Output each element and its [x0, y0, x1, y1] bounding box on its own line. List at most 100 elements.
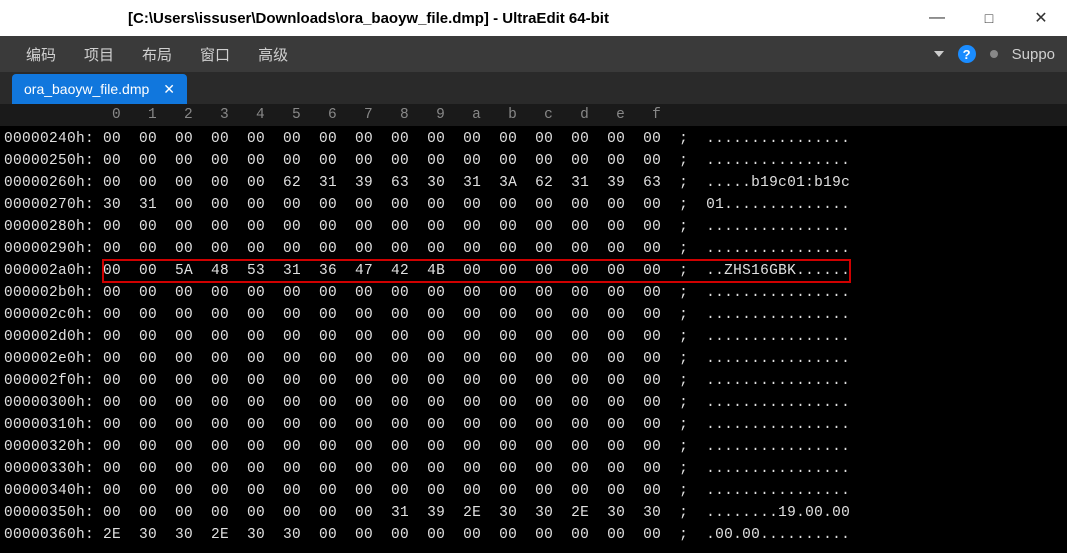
window-title: [C:\Users\issuser\Downloads\ora_baoyw_fi… — [128, 10, 927, 27]
hex-separator: ; — [661, 307, 706, 323]
minimize-button[interactable]: — — [927, 8, 947, 28]
hex-separator: ; — [661, 153, 706, 169]
hex-ascii: ................ — [706, 439, 850, 455]
hex-bytes: 00 00 00 00 00 00 00 00 00 00 00 00 00 0… — [103, 307, 661, 323]
hex-ascii: .....b19c01:b19c — [706, 175, 850, 191]
hex-bytes: 2E 30 30 2E 30 30 00 00 00 00 00 00 00 0… — [103, 527, 661, 543]
hex-separator: ; — [661, 219, 706, 235]
hex-ascii: ................ — [706, 307, 850, 323]
hex-row[interactable]: 00000320h: 00 00 00 00 00 00 00 00 00 00… — [4, 436, 1063, 458]
hex-ruler: 0 1 2 3 4 5 6 7 8 9 a b c d e f — [0, 104, 1067, 126]
menu-advanced[interactable]: 高级 — [244, 36, 302, 72]
hex-ascii: .00.00.......... — [706, 527, 850, 543]
hex-row[interactable]: 00000270h: 30 31 00 00 00 00 00 00 00 00… — [4, 194, 1063, 216]
hex-address: 00000310h: — [4, 417, 103, 433]
hex-address: 00000350h: — [4, 505, 103, 521]
hex-address: 00000300h: — [4, 395, 103, 411]
hex-bytes: 00 00 00 00 00 00 00 00 00 00 00 00 00 0… — [103, 241, 661, 257]
hex-ascii: ................ — [706, 483, 850, 499]
tab-label: ora_baoyw_file.dmp — [24, 81, 149, 97]
hex-address: 00000290h: — [4, 241, 103, 257]
hex-row[interactable]: 00000300h: 00 00 00 00 00 00 00 00 00 00… — [4, 392, 1063, 414]
hex-row[interactable]: 00000290h: 00 00 00 00 00 00 00 00 00 00… — [4, 238, 1063, 260]
hex-separator: ; — [661, 197, 706, 213]
hex-row[interactable]: 00000340h: 00 00 00 00 00 00 00 00 00 00… — [4, 480, 1063, 502]
hex-address: 00000260h: — [4, 175, 103, 191]
hex-row[interactable]: 000002b0h: 00 00 00 00 00 00 00 00 00 00… — [4, 282, 1063, 304]
hex-ascii: ................ — [706, 351, 850, 367]
hex-row[interactable]: 00000250h: 00 00 00 00 00 00 00 00 00 00… — [4, 150, 1063, 172]
close-button[interactable]: ✕ — [1031, 8, 1051, 28]
hex-separator: ; — [661, 373, 706, 389]
hex-separator: ; — [661, 329, 706, 345]
menu-project[interactable]: 项目 — [70, 36, 128, 72]
hex-bytes: 00 00 00 00 00 00 00 00 00 00 00 00 00 0… — [103, 373, 661, 389]
tab-file[interactable]: ora_baoyw_file.dmp ✕ — [12, 74, 187, 104]
support-link[interactable]: Suppo — [1012, 46, 1055, 63]
hex-ascii: ................ — [706, 131, 850, 147]
hex-bytes: 00 00 00 00 00 00 00 00 00 00 00 00 00 0… — [103, 395, 661, 411]
hex-row[interactable]: 000002f0h: 00 00 00 00 00 00 00 00 00 00… — [4, 370, 1063, 392]
hex-bytes: 00 00 00 00 00 00 00 00 31 39 2E 30 30 2… — [103, 505, 661, 521]
hex-bytes: 00 00 00 00 00 00 00 00 00 00 00 00 00 0… — [103, 417, 661, 433]
hex-address: 000002f0h: — [4, 373, 103, 389]
hex-bytes: 00 00 00 00 00 00 00 00 00 00 00 00 00 0… — [103, 483, 661, 499]
hex-row[interactable]: 000002c0h: 00 00 00 00 00 00 00 00 00 00… — [4, 304, 1063, 326]
hex-row[interactable]: 00000350h: 00 00 00 00 00 00 00 00 31 39… — [4, 502, 1063, 524]
hex-address: 000002d0h: — [4, 329, 103, 345]
titlebar: [C:\Users\issuser\Downloads\ora_baoyw_fi… — [0, 0, 1067, 36]
hex-ascii: ................ — [706, 461, 850, 477]
hex-address: 000002e0h: — [4, 351, 103, 367]
hex-separator: ; — [661, 527, 706, 543]
hex-separator: ; — [661, 483, 706, 499]
hex-bytes: 00 00 00 00 00 00 00 00 00 00 00 00 00 0… — [103, 285, 661, 301]
hex-ascii: ................ — [706, 241, 850, 257]
chevron-down-icon[interactable] — [934, 51, 944, 57]
hex-ascii: ................ — [706, 153, 850, 169]
maximize-button[interactable]: □ — [979, 8, 999, 28]
hex-row[interactable]: 00000310h: 00 00 00 00 00 00 00 00 00 00… — [4, 414, 1063, 436]
hex-address: 000002b0h: — [4, 285, 103, 301]
hex-separator: ; — [661, 131, 706, 147]
dot-icon — [990, 50, 998, 58]
hex-ascii: 01.............. — [706, 197, 850, 213]
hex-row[interactable]: 00000260h: 00 00 00 00 00 62 31 39 63 30… — [4, 172, 1063, 194]
hex-bytes: 00 00 00 00 00 00 00 00 00 00 00 00 00 0… — [103, 153, 661, 169]
hex-ascii: ................ — [706, 373, 850, 389]
hex-address: 00000280h: — [4, 219, 103, 235]
hex-row[interactable]: 000002e0h: 00 00 00 00 00 00 00 00 00 00… — [4, 348, 1063, 370]
hex-editor-area[interactable]: 00000240h: 00 00 00 00 00 00 00 00 00 00… — [0, 126, 1067, 553]
hex-bytes: 00 00 00 00 00 00 00 00 00 00 00 00 00 0… — [103, 131, 661, 147]
hex-address: 00000240h: — [4, 131, 103, 147]
hex-separator: ; — [661, 395, 706, 411]
window-controls: — □ ✕ — [927, 8, 1051, 28]
hex-address: 00000330h: — [4, 461, 103, 477]
hex-row[interactable]: 000002a0h: 00 00 5A 48 53 31 36 47 42 4B… — [4, 260, 1063, 282]
menubar-right: ? Suppo — [934, 45, 1055, 63]
hex-row[interactable]: 00000280h: 00 00 00 00 00 00 00 00 00 00… — [4, 216, 1063, 238]
hex-separator: ; — [661, 175, 706, 191]
hex-separator: ; — [661, 505, 706, 521]
hex-separator: ; — [661, 417, 706, 433]
hex-bytes: 00 00 00 00 00 00 00 00 00 00 00 00 00 0… — [103, 461, 661, 477]
menubar: 编码 项目 布局 窗口 高级 ? Suppo — [0, 36, 1067, 72]
hex-row[interactable]: 00000330h: 00 00 00 00 00 00 00 00 00 00… — [4, 458, 1063, 480]
help-icon[interactable]: ? — [958, 45, 976, 63]
tab-close-icon[interactable]: ✕ — [163, 81, 175, 98]
menu-layout[interactable]: 布局 — [128, 36, 186, 72]
hex-bytes: 00 00 00 00 00 00 00 00 00 00 00 00 00 0… — [103, 351, 661, 367]
menu-window[interactable]: 窗口 — [186, 36, 244, 72]
hex-bytes: 00 00 00 00 00 00 00 00 00 00 00 00 00 0… — [103, 329, 661, 345]
hex-row[interactable]: 00000360h: 2E 30 30 2E 30 30 00 00 00 00… — [4, 524, 1063, 546]
hex-bytes: 00 00 00 00 00 00 00 00 00 00 00 00 00 0… — [103, 219, 661, 235]
hex-ascii: ................ — [706, 329, 850, 345]
hex-row[interactable]: 000002d0h: 00 00 00 00 00 00 00 00 00 00… — [4, 326, 1063, 348]
menu-encoding[interactable]: 编码 — [12, 36, 70, 72]
hex-bytes: 00 00 00 00 00 62 31 39 63 30 31 3A 62 3… — [103, 175, 661, 191]
hex-separator: ; — [661, 461, 706, 477]
hex-bytes: 00 00 00 00 00 00 00 00 00 00 00 00 00 0… — [103, 439, 661, 455]
highlighted-hex-data: 00 00 5A 48 53 31 36 47 42 4B 00 00 00 0… — [103, 260, 850, 282]
hex-row[interactable]: 00000240h: 00 00 00 00 00 00 00 00 00 00… — [4, 128, 1063, 150]
hex-ascii: ................ — [706, 417, 850, 433]
hex-address: 00000270h: — [4, 197, 103, 213]
